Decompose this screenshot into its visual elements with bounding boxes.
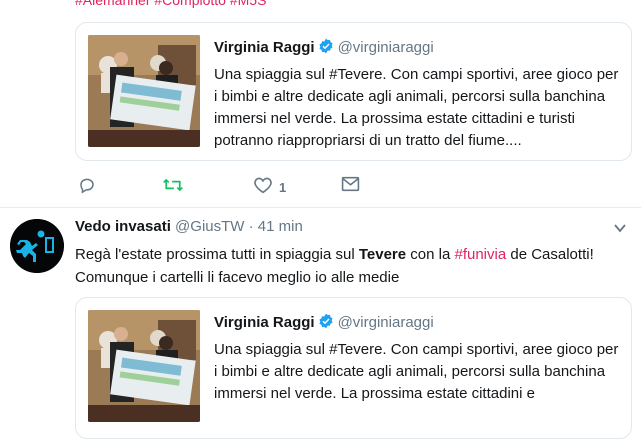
tweet-header: Vedo invasati @GiusTW · 41 min (75, 218, 303, 235)
like-button[interactable]: 1 (253, 176, 286, 199)
verified-badge-icon (318, 313, 334, 336)
quoted-author-name[interactable]: Virginia Raggi (214, 39, 315, 56)
quoted-author-name[interactable]: Virginia Raggi (214, 314, 315, 331)
tweet-timestamp[interactable]: 41 min (258, 218, 303, 235)
direct-message-button[interactable] (341, 176, 360, 197)
reply-button[interactable] (78, 176, 96, 199)
separator-dot: · (248, 218, 254, 235)
heart-icon (253, 176, 273, 199)
retweet-button[interactable] (162, 176, 184, 199)
envelope-icon (341, 176, 360, 197)
tweet-text-hashtags-sliver: #Aiemanner #Complotto #M5S (75, 0, 267, 8)
tweet-actions-bar: 1 (75, 176, 575, 196)
chevron-down-icon[interactable] (612, 220, 628, 241)
hashtag-link[interactable]: #funivia (454, 246, 506, 263)
reply-icon (78, 176, 96, 199)
author-handle[interactable]: @GiusTW (175, 218, 244, 235)
avatar[interactable] (10, 219, 64, 273)
verified-badge-icon (318, 38, 334, 61)
tweet-divider (0, 207, 641, 208)
author-name[interactable]: Vedo invasati (75, 218, 171, 235)
tweet-text: Regà l'estate prossima tutti in spiaggia… (75, 243, 635, 289)
quoted-author-handle[interactable]: @virginiaraggi (338, 39, 434, 56)
quoted-tweet-card[interactable]: Virginia Raggi @virginiaraggi Una spiaggi… (75, 297, 632, 439)
tweet-text-part: con la (406, 246, 455, 263)
quoted-tweet-text: Una spiaggia sul #Tevere. Con campi spor… (214, 66, 619, 149)
tweet-text-keyword: Tevere (358, 246, 407, 263)
quoted-tweet-image (88, 310, 200, 422)
like-count: 1 (279, 180, 287, 195)
retweet-icon (162, 176, 184, 199)
quoted-tweet-card[interactable]: Virginia Raggi @virginiaraggi Una spiaggi… (75, 22, 632, 161)
quoted-tweet-image (88, 35, 200, 147)
quoted-author-handle[interactable]: @virginiaraggi (338, 314, 434, 331)
tweet-text-part: Regà l'estate prossima tutti in spiaggia… (75, 246, 359, 263)
quoted-tweet-text: Una spiaggia sul #Tevere. Con campi spor… (214, 341, 619, 402)
